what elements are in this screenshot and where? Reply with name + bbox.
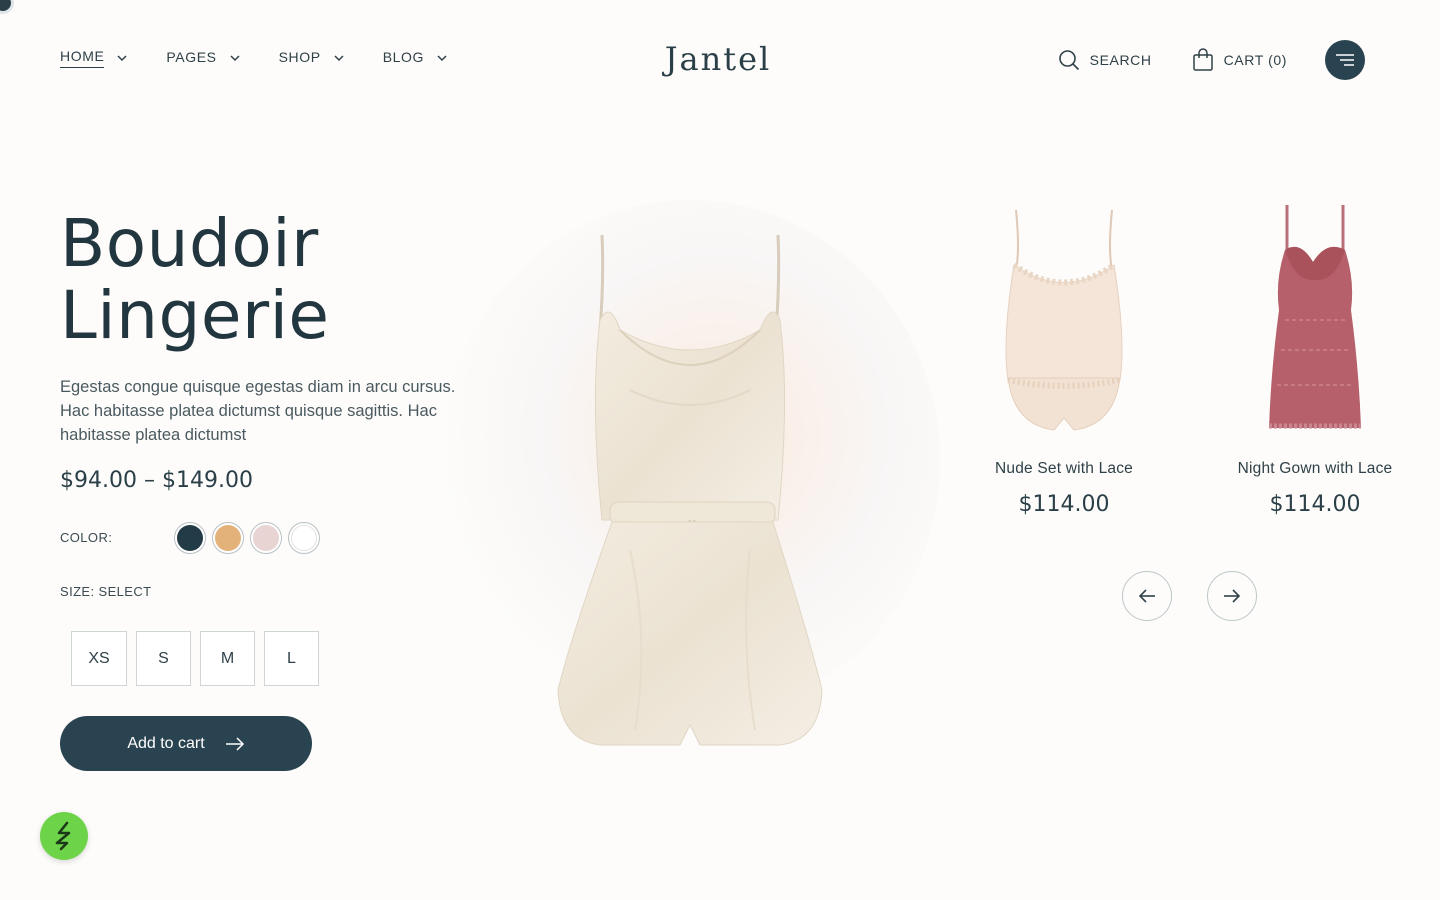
product-card[interactable]: Night Gown with Lace $114.00: [1195, 200, 1435, 517]
color-swatch-blush[interactable]: [250, 522, 282, 554]
floating-widget-button[interactable]: [40, 812, 88, 860]
shopping-bag-icon: [1192, 48, 1213, 71]
product-thumb-night-gown: [1195, 200, 1435, 440]
corner-indicator: [0, 0, 14, 14]
cart-button[interactable]: CART (0): [1192, 48, 1287, 72]
swatch-fill: [253, 525, 279, 551]
swatch-fill: [177, 525, 203, 551]
color-swatches: [174, 522, 320, 554]
product-card[interactable]: Nude Set with Lace $114.00: [944, 200, 1184, 517]
product-image-nude-set: [1005, 209, 1123, 431]
lightning-scribble-icon: [55, 821, 71, 851]
color-label: COLOR:: [60, 530, 113, 545]
search-label: SEARCH: [1089, 52, 1152, 68]
product-thumb-nude-set: [944, 200, 1184, 440]
search-icon: [1058, 50, 1079, 71]
size-option-m[interactable]: M: [200, 631, 255, 686]
size-option-l[interactable]: L: [264, 631, 319, 686]
hero-title: Boudoir Lingerie: [60, 208, 330, 352]
color-swatch-white[interactable]: [288, 522, 320, 554]
add-to-cart-label: Add to cart: [127, 734, 205, 752]
search-button[interactable]: SEARCH: [1058, 49, 1152, 71]
product-price: $114.00: [1269, 492, 1361, 517]
size-label: SIZE: SELECT: [60, 584, 152, 599]
carousel-next-button[interactable]: [1207, 571, 1257, 621]
product-name: Nude Set with Lace: [994, 460, 1133, 477]
hero-title-line1: Boudoir: [60, 205, 319, 282]
hero-description: Egestas congue quisque egestas diam in a…: [60, 378, 456, 444]
product-image-night-gown: [1269, 205, 1361, 429]
hamburger-menu-icon: [1336, 54, 1354, 66]
menu-button[interactable]: [1325, 40, 1365, 80]
header-actions: SEARCH CART (0): [1058, 40, 1365, 80]
cart-label: CART (0): [1223, 52, 1287, 68]
size-option-s[interactable]: S: [136, 631, 191, 686]
swatch-fill: [215, 525, 241, 551]
size-option-xs[interactable]: XS: [71, 631, 127, 686]
carousel-prev-button[interactable]: [1122, 571, 1172, 621]
product-image-satin-set: [557, 234, 823, 746]
arrow-left-icon: [1138, 589, 1155, 603]
add-to-cart-button[interactable]: Add to cart: [60, 716, 312, 771]
product-name: Night Gown with Lace: [1237, 460, 1393, 477]
price-range: $94.00 – $149.00: [60, 468, 253, 493]
arrow-right-icon: [1224, 589, 1241, 603]
arrow-right-icon: [225, 736, 244, 751]
color-swatch-tan[interactable]: [212, 522, 244, 554]
hero-title-line2: Lingerie: [60, 277, 330, 354]
product-price: $114.00: [1018, 492, 1110, 517]
color-swatch-navy[interactable]: [174, 522, 206, 554]
size-selector: XS S M L: [71, 631, 319, 686]
swatch-fill: [291, 525, 317, 551]
